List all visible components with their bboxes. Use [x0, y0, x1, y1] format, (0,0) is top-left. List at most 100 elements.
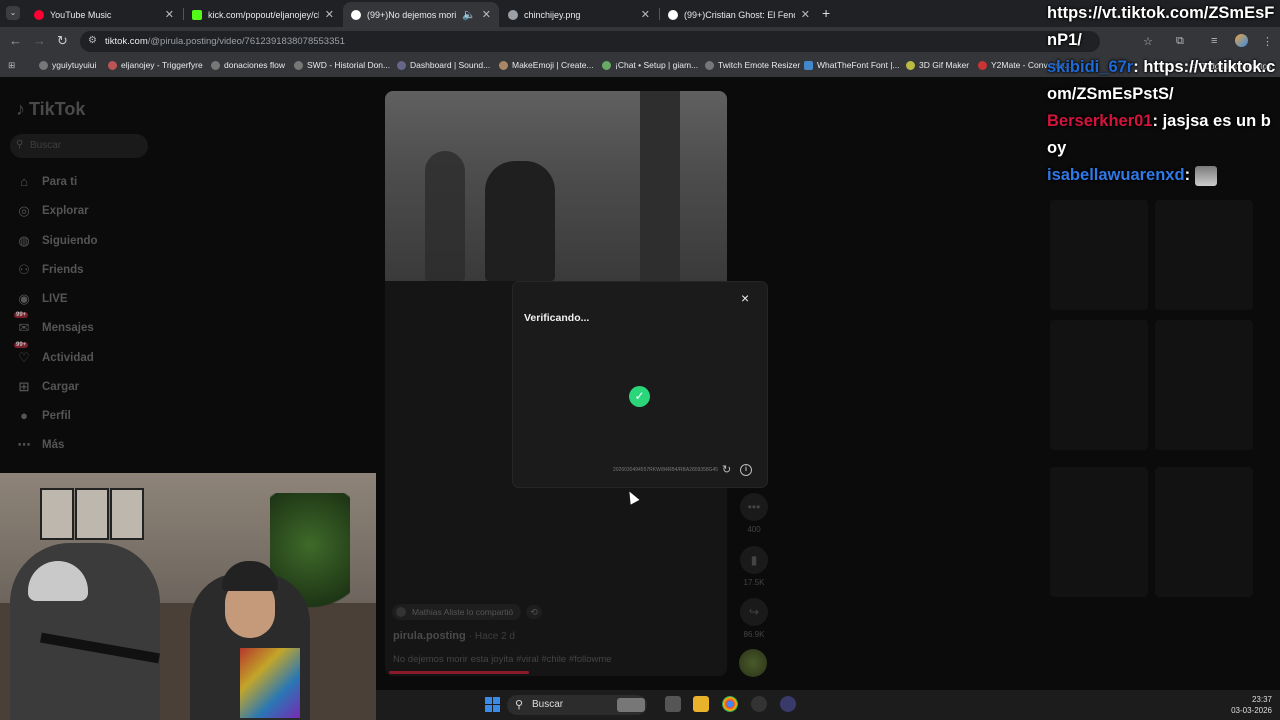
verification-token: 2026030494557RKW/84RB4/RBA2809358G45 — [613, 467, 719, 473]
video-author[interactable]: pirula.posting · Hace 2 d — [393, 630, 515, 642]
bookmark-item[interactable]: Twitch Emote Resizer — [705, 60, 800, 70]
messages-icon: ✉ 99+ — [14, 312, 30, 335]
nav-para-ti[interactable]: ⌂ Para ti — [16, 174, 77, 189]
search-input[interactable]: ⚲ Buscar — [10, 134, 148, 158]
close-tab-icon[interactable]: ✕ — [325, 8, 334, 21]
bookmark-item[interactable]: WhatTheFont Font |... — [804, 60, 900, 70]
search-highlight-image — [617, 698, 645, 712]
search-icon: ⚲ — [16, 139, 24, 150]
apps-icon[interactable]: ⊞ — [8, 60, 15, 71]
refresh-icon[interactable]: ↻ — [722, 463, 731, 476]
system-clock[interactable]: 23:37 03-03-2026 — [1222, 694, 1272, 716]
chat-emote — [1194, 165, 1217, 186]
nav-live[interactable]: ◉ LIVE — [16, 291, 67, 307]
nav-mensajes[interactable]: ✉ 99+ Mensajes — [14, 312, 94, 336]
bookmark-item[interactable]: 3D Gif Maker — [906, 60, 969, 70]
forward-button[interactable]: → — [33, 33, 46, 48]
notification-badge: 99+ — [14, 342, 29, 348]
nav-actividad[interactable]: ♡ 99+ Actividad — [14, 342, 94, 366]
new-tab-button[interactable]: + — [822, 5, 830, 21]
share-button[interactable]: ↪ 86.9K — [738, 598, 770, 639]
tab-chinchijey[interactable]: chinchijey.png ✕ — [500, 2, 658, 27]
globe-icon — [211, 60, 220, 70]
repost-icon[interactable]: ⟲ — [526, 605, 542, 619]
reload-button[interactable]: ↻ — [57, 33, 68, 49]
nav-mas[interactable]: ⋯ Más — [16, 437, 65, 453]
audio-playing-icon[interactable]: 🔈 — [462, 8, 476, 21]
file-explorer-icon[interactable] — [693, 696, 709, 712]
back-button[interactable]: ← — [9, 33, 22, 48]
streamer-left — [10, 543, 160, 720]
close-tab-icon[interactable]: ✕ — [641, 8, 650, 21]
bookmark-button[interactable]: ▮ 17.5K — [738, 546, 770, 587]
verification-dialog: Verificando... × ✓ 2026030494557RKW/84RB… — [513, 282, 767, 487]
home-icon: ⌂ — [20, 174, 28, 189]
app-icon[interactable] — [751, 696, 767, 712]
tiktok-logo[interactable]: ♪ TikTok — [16, 99, 85, 120]
globe-icon — [39, 60, 48, 70]
globe-icon — [294, 60, 303, 70]
comment-button[interactable]: ••• 400 — [738, 493, 770, 534]
video-progress-bar[interactable] — [389, 671, 529, 674]
bookmark-favicon — [602, 60, 611, 70]
chat-message: https://vt.tiktok.com/ZSmEsFnP1/ — [1047, 0, 1280, 54]
globe-icon — [705, 60, 714, 70]
tab-search-button[interactable]: ⌄ — [6, 6, 20, 20]
nav-friends[interactable]: ⚇ Friends — [16, 262, 83, 278]
close-tab-icon[interactable]: ✕ — [482, 8, 491, 21]
following-icon: ◍ — [18, 233, 30, 248]
bookmark-item[interactable]: Dashboard | Sound... — [397, 60, 490, 70]
video-thumbnail[interactable] — [1050, 320, 1148, 450]
webcam-overlay — [0, 473, 376, 720]
video-thumbnail[interactable] — [1050, 200, 1148, 310]
friends-icon: ⚇ — [18, 262, 30, 277]
shared-by-chip[interactable]: Mathias Aliste lo compartió — [392, 604, 522, 620]
site-info-icon[interactable]: ⚙ — [88, 35, 97, 46]
chat-text: https://vt.tiktok.com/ZSmEsFnP1/ — [1047, 4, 1275, 49]
video-thumbnail[interactable] — [1155, 200, 1253, 310]
nav-perfil[interactable]: ● Perfil — [16, 408, 71, 423]
taskbar-search[interactable]: ⚲ Buscar — [507, 695, 647, 715]
bookmark-favicon — [499, 60, 508, 70]
compass-icon: ◎ — [18, 203, 30, 218]
windows-taskbar: ⚲ Buscar 23:37 03-03-2026 — [376, 690, 1280, 720]
close-tab-icon[interactable]: ✕ — [801, 8, 810, 21]
tab-cristian-ghost[interactable]: (99+)Cristian Ghost: El Fenóme ✕ — [660, 2, 818, 27]
bookmark-item[interactable]: ¡Chat • Setup | giam... — [602, 60, 698, 70]
bookmark-item[interactable]: MakeEmoji | Create... — [499, 60, 594, 70]
chat-message: Berserkher01: jasjsa es un boy — [1047, 112, 1271, 157]
tab-youtube-music[interactable]: YouTube Music ✕ — [26, 2, 182, 27]
app-icon[interactable] — [780, 696, 796, 712]
nav-cargar[interactable]: ⊞ Cargar — [16, 379, 80, 395]
bookmark-item[interactable]: eljanojey - Triggerfyre — [108, 60, 203, 70]
tiktok-icon — [668, 9, 678, 20]
chat-username: Berserkher01 — [1047, 112, 1153, 130]
bookmark-item[interactable]: donaciones flow — [211, 60, 285, 70]
bookmark-favicon — [906, 60, 915, 70]
youtube-music-icon — [34, 9, 44, 20]
bookmark-favicon — [397, 60, 406, 70]
close-tab-icon[interactable]: ✕ — [165, 8, 174, 21]
windows-start-icon[interactable] — [485, 697, 500, 712]
bookmark-item[interactable]: yguiytuyuiui — [39, 60, 96, 70]
chrome-icon[interactable] — [722, 696, 738, 712]
info-icon[interactable]: i — [740, 464, 752, 476]
task-view-icon[interactable] — [665, 696, 681, 712]
bookmark-favicon — [804, 60, 813, 70]
video-thumbnail[interactable] — [1050, 467, 1148, 597]
tab-tiktok-active[interactable]: (99+)No dejemos morir est 🔈 ✕ — [343, 2, 499, 27]
music-disc[interactable] — [739, 649, 767, 677]
checkmark-icon: ✓ — [629, 386, 650, 407]
bookmark-item[interactable]: SWD - Historial Don... — [294, 60, 390, 70]
notification-badge: 99+ — [14, 312, 29, 318]
globe-icon — [508, 9, 518, 20]
video-thumbnail[interactable] — [1155, 320, 1253, 450]
address-bar[interactable]: ⚙ tiktok.com/@pirula.posting/video/76123… — [80, 31, 1100, 52]
close-icon[interactable]: × — [741, 290, 749, 306]
chat-username: isabellawuarenxd — [1047, 166, 1185, 184]
nav-siguiendo[interactable]: ◍ Siguiendo — [16, 233, 97, 249]
share-icon: ↪ — [740, 598, 768, 626]
video-thumbnail[interactable] — [1155, 467, 1253, 597]
tab-kick[interactable]: kick.com/popout/eljanojey/cha ✕ — [184, 2, 342, 27]
nav-explorar[interactable]: ◎ Explorar — [16, 203, 88, 219]
